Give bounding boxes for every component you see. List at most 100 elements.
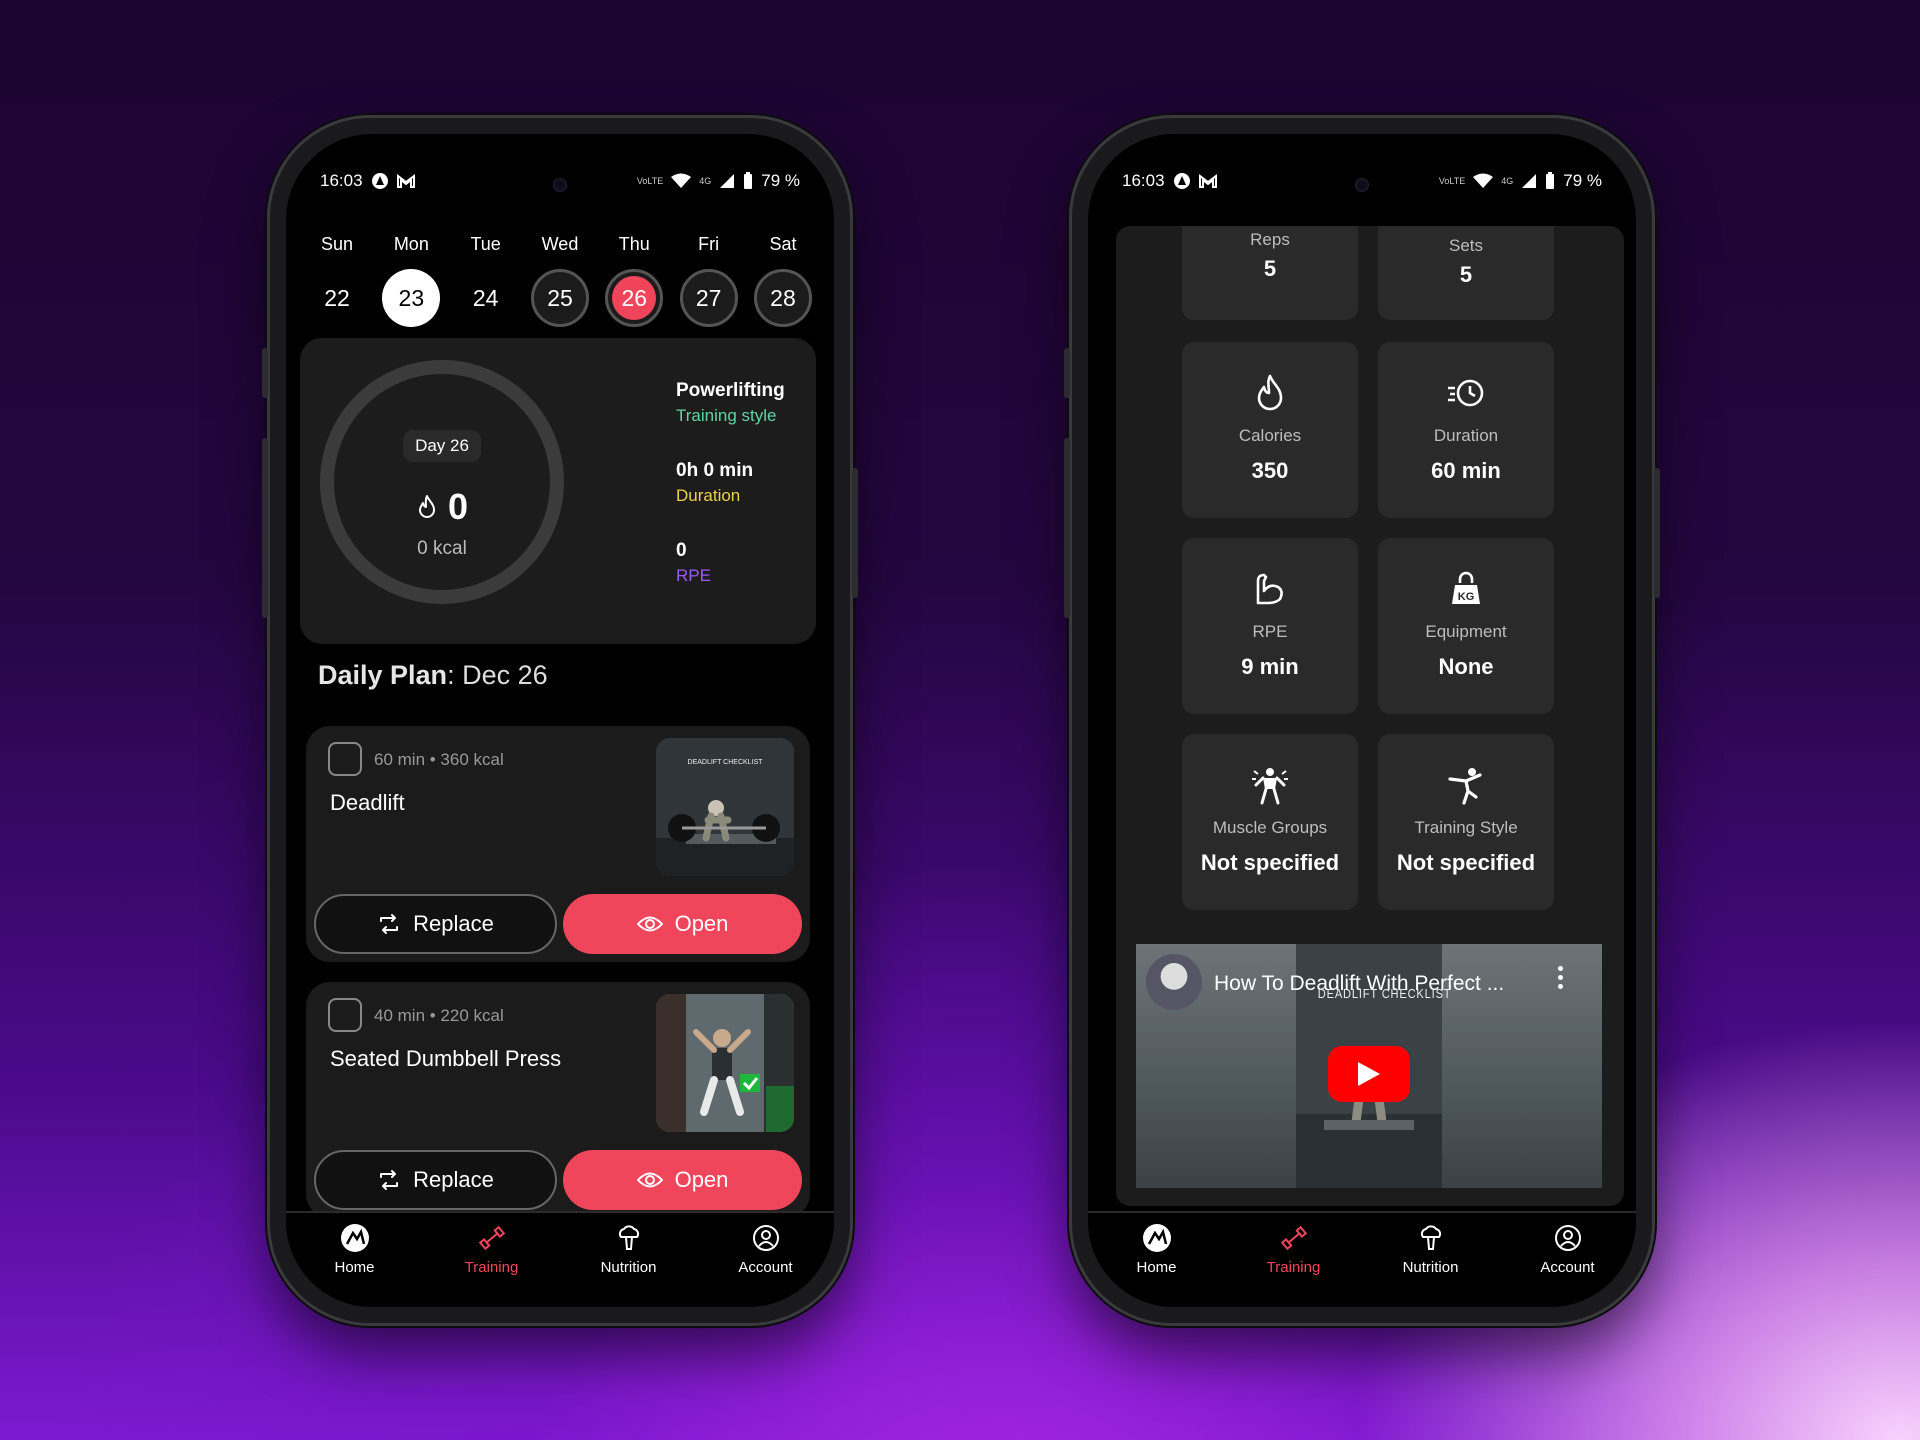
- kettlebell-icon: KG: [1452, 571, 1480, 604]
- home-logo-icon: [1142, 1224, 1171, 1252]
- exercise-detail-screen: 16:03 VoLTE 4G 79 % Reps 5 Sets 5 Calori…: [1088, 134, 1636, 1307]
- summary-stats: Powerlifting Training style 0h 0 min Dur…: [676, 380, 785, 620]
- home-logo-icon: [340, 1224, 369, 1252]
- muscle-groups-value: Not specified: [1200, 850, 1340, 875]
- exercise-thumbnail[interactable]: [656, 994, 794, 1132]
- day-name: Mon: [393, 234, 429, 254]
- nav-account-label: Account: [1540, 1259, 1595, 1276]
- replace-button[interactable]: Replace: [314, 894, 557, 954]
- nav-account[interactable]: Account: [1513, 1223, 1623, 1307]
- exercise-details-panel: Reps 5 Sets 5 Calories 350 Duration 60 m…: [1116, 226, 1624, 1206]
- calendar-day-thu[interactable]: Thu 26: [601, 234, 667, 327]
- battery-icon: [1546, 172, 1555, 189]
- day-number: 25: [547, 284, 573, 311]
- youtube-play-button[interactable]: [1328, 1046, 1410, 1102]
- day-number: 28: [770, 284, 796, 311]
- duration-label: Duration: [676, 486, 741, 505]
- calendar-day-wed[interactable]: Wed 25: [527, 234, 593, 327]
- status-bar: 16:03 VoLTE 4G 79 %: [320, 168, 800, 194]
- swap-icon: [380, 1170, 399, 1190]
- training-style-tile: Training Style Not specified: [1378, 734, 1554, 910]
- rpe-value: 9 min: [1241, 654, 1299, 679]
- day-name: Sun: [320, 234, 354, 254]
- phone-left: 16:03 VoLTE 4G 79 % Sun 22 Mon 23 Tue 24…: [262, 118, 858, 1323]
- account-icon: [1554, 1225, 1581, 1251]
- dumbbell-icon: [1280, 1225, 1307, 1251]
- nav-home[interactable]: Home: [300, 1223, 410, 1307]
- calendar-day-sat[interactable]: Sat 28: [750, 234, 816, 327]
- sets-tile: Sets 5: [1378, 226, 1554, 320]
- day-number-selected: 26: [605, 269, 664, 327]
- duration-value: 0h 0 min: [676, 460, 754, 481]
- deadlift-image-icon: DEADLIFT CHECKLIST: [656, 738, 794, 876]
- exercise-meta: 40 min • 220 kcal: [374, 1006, 504, 1025]
- open-button[interactable]: Open: [563, 894, 802, 954]
- wifi-icon: [671, 173, 692, 188]
- day-number: 22: [324, 284, 350, 311]
- network-type: 4G: [699, 175, 712, 186]
- body-muscles-icon: [1252, 768, 1288, 805]
- calories-label: Calories: [1238, 426, 1302, 445]
- nav-home[interactable]: Home: [1102, 1223, 1212, 1307]
- kcal-text: 0 kcal: [417, 538, 467, 559]
- nav-training-label: Training: [1266, 1259, 1321, 1276]
- channel-avatar[interactable]: [1146, 954, 1202, 1010]
- reps-label: Reps: [1250, 230, 1290, 249]
- nav-account-label: Account: [738, 1259, 793, 1276]
- day-number: 26: [612, 276, 657, 320]
- day-number-planned: 28: [753, 269, 812, 327]
- exercise-name: Seated Dumbbell Press: [330, 1046, 562, 1071]
- daily-summary-card: Day 26 0 0 kcal Powerlifting Training st…: [300, 338, 816, 644]
- calories-tile: Calories 350: [1182, 342, 1358, 518]
- video-overlay-text: DEADLIFT CHECKLIST: [1317, 986, 1452, 1001]
- battery-level: 79 %: [1563, 171, 1602, 190]
- exercise-name: Deadlift: [330, 790, 405, 815]
- equipment-value: None: [1438, 654, 1494, 679]
- calendar-day-sun[interactable]: Sun 22: [304, 234, 370, 327]
- flame-icon: [418, 495, 435, 518]
- day-name: Thu: [618, 234, 650, 254]
- notification-app-icon: [371, 173, 388, 189]
- calendar-day-mon[interactable]: Mon 23: [378, 234, 444, 327]
- day-name: Wed: [541, 234, 579, 254]
- status-time: 16:03: [320, 171, 363, 190]
- nav-home-label: Home: [334, 1259, 375, 1276]
- dumbbell-press-image-icon: [656, 994, 794, 1132]
- video-more-icon[interactable]: [1558, 966, 1564, 989]
- day-number-planned: 25: [530, 269, 589, 327]
- daily-plan-title: Daily Plan: [318, 660, 448, 690]
- day-number: 27: [695, 284, 722, 311]
- nav-training[interactable]: Training: [437, 1223, 547, 1307]
- day-name: Fri: [698, 234, 720, 254]
- exercise-checkbox[interactable]: [328, 998, 362, 1032]
- nav-training[interactable]: Training: [1239, 1223, 1349, 1307]
- wifi-icon: [1473, 173, 1494, 188]
- youtube-video-embed[interactable]: How To Deadlift With Perfect ... DEADLIF…: [1136, 944, 1602, 1188]
- clock-speed-icon: [1448, 379, 1484, 407]
- calories-value: 350: [1251, 458, 1289, 483]
- battery-level: 79 %: [761, 171, 800, 190]
- day-number: 24: [472, 284, 499, 311]
- exercise-checkbox[interactable]: [328, 742, 362, 776]
- martial-arts-icon: [1448, 768, 1482, 805]
- open-button[interactable]: Open: [563, 1150, 802, 1210]
- calendar-day-tue[interactable]: Tue 24: [453, 234, 519, 327]
- nav-nutrition[interactable]: Nutrition: [574, 1223, 684, 1307]
- exercise-thumbnail[interactable]: DEADLIFT CHECKLIST: [656, 738, 794, 876]
- replace-button[interactable]: Replace: [314, 1150, 557, 1210]
- flexed-bicep-icon: [1256, 573, 1283, 605]
- rpe-label: RPE: [676, 566, 711, 585]
- muscle-groups-label: Muscle Groups: [1212, 818, 1328, 837]
- calories-burned: 0: [447, 486, 469, 527]
- open-label: Open: [674, 911, 729, 936]
- flame-icon: [1257, 374, 1283, 411]
- nav-nutrition[interactable]: Nutrition: [1376, 1223, 1486, 1307]
- phone-right: 16:03 VoLTE 4G 79 % Reps 5 Sets 5 Calori…: [1064, 118, 1660, 1323]
- eye-icon: [636, 916, 663, 932]
- nav-account[interactable]: Account: [711, 1223, 821, 1307]
- day-number-planned: 27: [679, 269, 738, 327]
- sets-label: Sets: [1448, 236, 1484, 255]
- svg-text:KG: KG: [1458, 591, 1475, 603]
- calendar-day-fri[interactable]: Fri 27: [676, 234, 742, 327]
- duration-tile: Duration 60 min: [1378, 342, 1554, 518]
